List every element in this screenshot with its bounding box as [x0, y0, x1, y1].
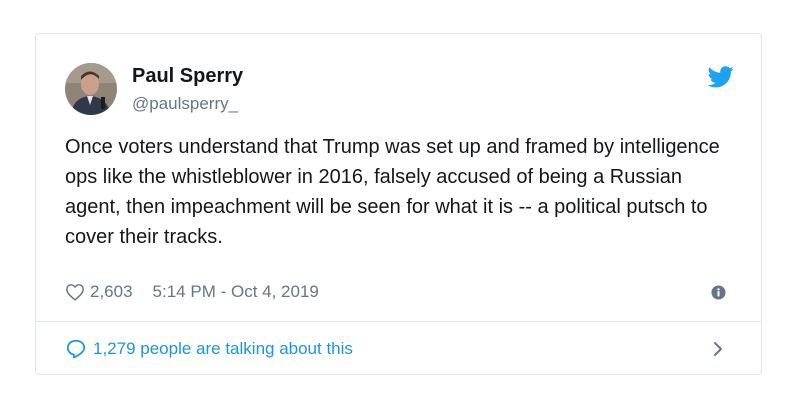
talking-link[interactable]: 1,279 people are talking about this [65, 336, 353, 362]
tweet-card: Paul Sperry @paulsperry_ Once voters und… [35, 33, 762, 375]
tweet-text: Once voters understand that Trump was se… [65, 136, 720, 248]
twitter-bird-icon[interactable] [708, 66, 734, 88]
divider [36, 321, 761, 322]
like-count[interactable]: 2,603 [90, 282, 133, 302]
chevron-right-icon[interactable] [712, 341, 724, 357]
talking-count-text[interactable]: 1,279 people are talking about this [93, 339, 353, 359]
info-icon[interactable] [711, 285, 726, 300]
author-name[interactable]: Paul Sperry [132, 65, 243, 88]
author-handle[interactable]: @paulsperry_ [132, 94, 238, 114]
avatar[interactable] [65, 63, 117, 115]
tweet-meta: 2,603 5:14 PM - Oct 4, 2019 [65, 281, 319, 303]
heart-icon[interactable] [65, 283, 85, 301]
avatar-image [65, 63, 117, 115]
speech-bubble-icon [66, 339, 86, 359]
tweet-timestamp[interactable]: 5:14 PM - Oct 4, 2019 [153, 282, 319, 302]
